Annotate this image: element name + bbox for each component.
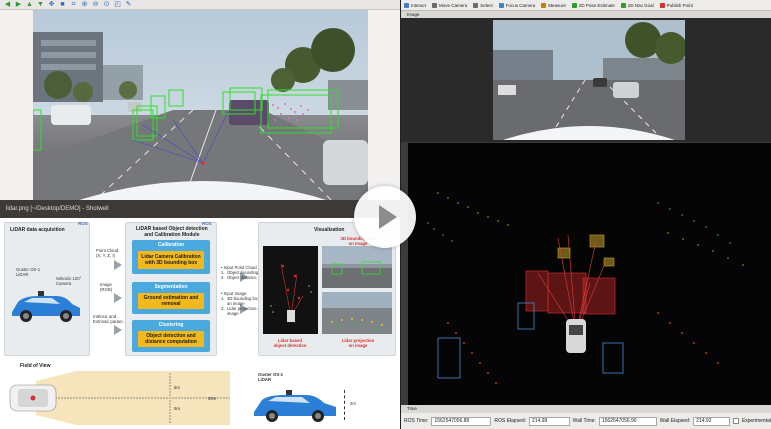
arrow-left-icon[interactable]: ◀ <box>3 1 12 9</box>
ros-time-field: 1562547056.88 <box>431 416 492 426</box>
move-camera-icon <box>432 2 438 8</box>
time-panel: ROS Time: 1562547056.88 ROS Elapsed: 214… <box>401 413 771 429</box>
input-params: Intrinsic and Extrinsic param. <box>93 314 124 324</box>
video-thumbnail: ◀ ▶ ▲ ▼ ✥ ■ ⌗ ⊕ ⊖ ⊙ ◰ ✎ lidar.png [~/Des… <box>0 0 771 429</box>
wall-elapsed-label: Wall Elapsed: <box>659 418 691 424</box>
fit-icon[interactable]: ⊙ <box>102 1 111 9</box>
visualization-title: Visualization <box>314 227 345 233</box>
acquisition-ros-tag: ROS <box>78 221 88 226</box>
arrow-image <box>114 293 122 303</box>
tool-move-camera[interactable]: Move Camera <box>432 2 468 8</box>
height-marker <box>344 390 345 420</box>
interact-icon <box>404 2 409 8</box>
experimental-checkbox[interactable] <box>732 418 739 424</box>
side-lidar-label: Ouster OS-1 LiDAR <box>258 372 284 382</box>
pose-estimate-icon <box>571 2 577 8</box>
zoom-in-icon[interactable]: ⊕ <box>80 1 89 9</box>
zoom-out-icon[interactable]: ⊖ <box>91 1 100 9</box>
ros-elapsed-field: 214.99 <box>529 416 570 426</box>
tool-focus-camera-label: Focus Camera <box>505 2 536 8</box>
camera-image <box>493 20 685 140</box>
image-panel <box>401 18 771 142</box>
step-clustering: Clustering Object detection and distance… <box>132 320 210 352</box>
tool-move-camera-label: Move Camera <box>439 2 468 8</box>
tool-measure[interactable]: Measure <box>541 2 566 8</box>
tool-interact[interactable]: Interact <box>404 2 427 8</box>
crop-icon[interactable]: ⌗ <box>69 1 78 9</box>
publish-point-icon <box>659 2 665 8</box>
step-segmentation: Segmentation Ground estimation and remov… <box>132 282 210 314</box>
vis-right-caption: Lidar projection on image <box>341 338 375 348</box>
window-title-bar: lidar.png [~/Desktop/DEMO] - Shotwell <box>0 200 400 218</box>
tool-publish-point[interactable]: Publish Point <box>659 2 693 8</box>
ouster-label: Ouster OS-1 LiDAR <box>16 267 41 277</box>
fov-diagram <box>6 369 230 427</box>
rviz-window: Interact Move Camera Select Focus Camera… <box>401 0 771 429</box>
ros-elapsed-label: ROS Elapsed: <box>494 418 527 424</box>
tool-2d-nav-goal[interactable]: 2D Nav Goal <box>620 2 654 8</box>
tool-publish-point-label: Publish Point <box>666 2 693 8</box>
step-segmentation-title: Segmentation <box>154 284 188 290</box>
tools-icon[interactable]: ✎ <box>124 1 133 9</box>
input-point-cloud: Point Cloud (X, Y, Z, I) <box>96 248 119 258</box>
suv-illustration <box>8 288 84 324</box>
step-clustering-box: Object detection and distance computatio… <box>138 331 204 347</box>
measure-icon <box>541 2 547 8</box>
pipeline-diagram: LiDAR data acquisition ROS Ouster OS-1 L… <box>0 218 400 429</box>
shotwell-window: ◀ ▶ ▲ ▼ ✥ ■ ⌗ ⊕ ⊖ ⊙ ◰ ✎ lidar.png [~/Des… <box>0 0 400 218</box>
select-icon[interactable]: ✥ <box>47 1 56 9</box>
3d-view-pointcloud[interactable] <box>408 143 771 405</box>
time-panel-title: Time <box>401 405 771 413</box>
side-view-suv <box>250 388 342 424</box>
save-icon[interactable]: ■ <box>58 1 67 9</box>
tool-2d-pose-estimate[interactable]: 2D Pose Estimate <box>571 2 615 8</box>
play-icon <box>379 205 397 229</box>
vis-left-caption: Lidar based object detection <box>273 338 307 348</box>
arrow-down-icon[interactable]: ▼ <box>36 1 45 9</box>
fov-5m-top: 5m <box>174 385 180 390</box>
step-clustering-title: Clustering <box>158 322 184 328</box>
tool-2d-nav-goal-label: 2D Nav Goal <box>627 2 654 8</box>
image-panel-title: Image <box>401 11 771 18</box>
camera-label: Sekonix 120° Camera <box>56 276 82 286</box>
focus-camera-icon <box>498 2 504 8</box>
shotwell-toolbar: ◀ ▶ ▲ ▼ ✥ ■ ⌗ ⊕ ⊖ ⊙ ◰ ✎ <box>0 0 400 10</box>
road-photo-with-lidar-boxes <box>33 10 368 202</box>
vis-bbox-on-image <box>322 246 392 288</box>
step-calibration: Calibration Lidar Camera Calibration wit… <box>132 240 210 274</box>
arrow-right-icon[interactable]: ▶ <box>14 1 23 9</box>
input-image: Image (RGB) <box>100 282 113 292</box>
tool-2d-pose-estimate-label: 2D Pose Estimate <box>578 2 615 8</box>
acquisition-title: LiDAR data acquisition <box>10 227 65 233</box>
experimental-label: Experimental <box>741 418 771 424</box>
arrow-point-cloud <box>114 260 122 270</box>
arrow-params <box>114 325 122 335</box>
fov-5m-bottom: 5m <box>174 406 180 411</box>
fullscreen-icon[interactable]: ◰ <box>113 1 122 9</box>
tool-measure-label: Measure <box>548 2 566 8</box>
nav-goal-icon <box>620 2 626 8</box>
wall-time-label: Wall Time: <box>572 418 596 424</box>
vis-lidar-projection <box>322 292 392 334</box>
select-icon <box>473 2 479 8</box>
step-calibration-title: Calibration <box>157 242 185 248</box>
tool-interact-label: Interact <box>411 2 427 8</box>
ros-time-label: ROS Time: <box>404 418 429 424</box>
module-title: LiDAR based Object detection and Calibra… <box>136 226 208 238</box>
module-ros-tag: ROS <box>202 221 212 226</box>
play-button[interactable] <box>354 186 416 248</box>
vis-lidar-detection-view <box>263 246 318 334</box>
arrow-up-icon[interactable]: ▲ <box>25 1 34 9</box>
tool-focus-camera[interactable]: Focus Camera <box>498 2 536 8</box>
wall-elapsed-field: 214.92 <box>693 416 730 426</box>
step-segmentation-box: Ground estimation and removal <box>138 293 204 309</box>
step-calibration-box: Lidar Camera Calibration with 3D boundin… <box>138 251 204 269</box>
tool-select[interactable]: Select <box>473 2 493 8</box>
rviz-toolbar: Interact Move Camera Select Focus Camera… <box>401 0 771 11</box>
wall-time-field: 1562547056.90 <box>598 416 657 426</box>
fov-30m: 30m <box>208 396 217 401</box>
side-2m: 2m <box>350 401 356 406</box>
tool-select-label: Select <box>480 2 493 8</box>
